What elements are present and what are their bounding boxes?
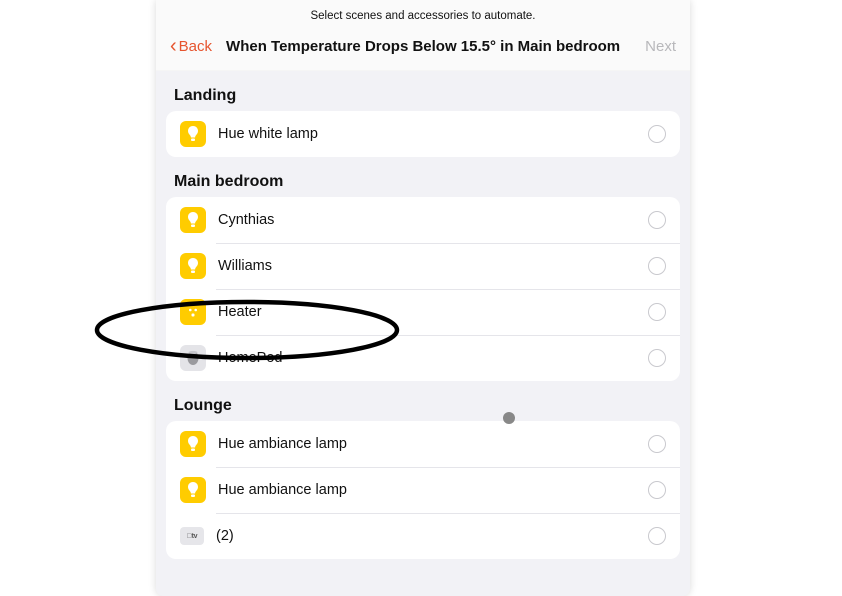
bulb-icon (180, 207, 206, 233)
accessory-row-homepod[interactable]: HomePod (166, 335, 680, 381)
outlet-icon (180, 299, 206, 325)
selection-circle[interactable] (648, 435, 666, 453)
accessory-label: Hue ambiance lamp (218, 436, 648, 452)
nav-bar: ‹ Back When Temperature Drops Below 15.5… (156, 28, 690, 71)
selection-circle[interactable] (648, 481, 666, 499)
accessory-row-heater[interactable]: Heater (166, 289, 680, 335)
accessory-row-cynthias[interactable]: Cynthias (166, 197, 680, 243)
modal-subtitle: Select scenes and accessories to automat… (156, 0, 690, 28)
bulb-icon (180, 477, 206, 503)
accessory-label: Hue ambiance lamp (218, 482, 648, 498)
appletv-icon: tv (180, 527, 204, 545)
bulb-icon (180, 253, 206, 279)
bulb-icon (180, 431, 206, 457)
nav-title: When Temperature Drops Below 15.5° in Ma… (226, 38, 645, 55)
group-lounge: Hue ambiance lamp Hue ambiance lamp tv … (166, 421, 680, 559)
selection-circle[interactable] (648, 303, 666, 321)
selection-circle[interactable] (648, 527, 666, 545)
chevron-left-icon: ‹ (170, 36, 177, 56)
accessory-label: (2) (216, 528, 648, 544)
selection-circle[interactable] (648, 125, 666, 143)
section-header-landing: Landing (166, 71, 680, 111)
accessory-row-hue-ambiance-1[interactable]: Hue ambiance lamp (166, 421, 680, 467)
accessory-row-hue-white-lamp[interactable]: Hue white lamp (166, 111, 680, 157)
accessory-label: Hue white lamp (218, 126, 648, 142)
back-label: Back (179, 38, 212, 55)
accessory-row-hue-ambiance-2[interactable]: Hue ambiance lamp (166, 467, 680, 513)
bulb-icon (180, 121, 206, 147)
next-button[interactable]: Next (645, 38, 676, 55)
automation-modal: Select scenes and accessories to automat… (156, 0, 690, 596)
back-button[interactable]: ‹ Back (170, 36, 212, 56)
selection-circle[interactable] (648, 211, 666, 229)
accessory-label: Heater (218, 304, 648, 320)
homepod-icon (180, 345, 206, 371)
accessory-row-tv-group[interactable]: tv (2) (166, 513, 680, 559)
group-main-bedroom: Cynthias Williams Heater (166, 197, 680, 381)
selection-circle[interactable] (648, 257, 666, 275)
cursor-dot (503, 412, 515, 424)
section-header-lounge: Lounge (166, 381, 680, 421)
accessory-label: Cynthias (218, 212, 648, 228)
accessory-label: Williams (218, 258, 648, 274)
selection-circle[interactable] (648, 349, 666, 367)
section-header-main-bedroom: Main bedroom (166, 157, 680, 197)
group-landing: Hue white lamp (166, 111, 680, 157)
content-scroll[interactable]: Landing Hue white lamp Main bedroom Cynt… (156, 71, 690, 596)
accessory-label: HomePod (218, 350, 648, 366)
accessory-row-williams[interactable]: Williams (166, 243, 680, 289)
